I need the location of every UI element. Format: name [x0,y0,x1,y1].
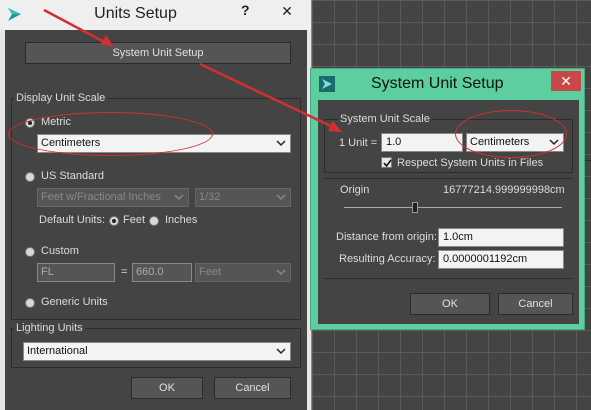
units-setup-titlebar[interactable]: Units Setup ? ✕ [0,0,311,30]
system-unit-setup-body: System Unit Scale 1 Unit = 1.0 Centimete… [318,100,579,324]
system-unit-scale-label: System Unit Scale [338,113,432,125]
divider [324,178,573,179]
lighting-units-select[interactable]: International [23,342,291,361]
generic-units-radio[interactable] [25,298,35,308]
one-unit-label: 1 Unit = [339,137,378,149]
divider [324,278,573,279]
respect-units-label: Respect System Units in Files [397,157,544,169]
3dsmax-app-icon [319,76,335,92]
lighting-units-label: Lighting Units [14,322,85,334]
lighting-units-value: International [27,345,88,357]
ok-button[interactable]: OK [131,377,203,399]
one-unit-input[interactable]: 1.0 [381,133,463,152]
distance-value: 1.0cm [443,231,473,243]
chevron-down-icon [276,269,286,276]
system-unit-value: Centimeters [470,136,530,148]
accuracy-value: 0.0000001192cm [443,253,528,265]
us-standard-value: Feet w/Fractional Inches [41,191,161,203]
metric-label: Metric [41,116,71,128]
system-unit-setup-button[interactable]: System Unit Setup [25,42,291,64]
window-title: Units Setup [94,5,177,22]
slider-track [344,207,562,208]
origin-label: Origin [340,184,370,196]
cancel-label: Cancel [235,382,270,394]
metric-radio[interactable] [25,118,35,128]
custom-unit-value: Feet [199,266,222,278]
cancel-button[interactable]: Cancel [498,293,573,315]
custom-value: 660.0 [136,266,164,278]
respect-units-checkbox[interactable] [381,157,392,168]
origin-slider[interactable] [344,200,562,214]
system-unit-setup-titlebar[interactable]: System Unit Setup ✕ [311,69,584,99]
generic-units-label: Generic Units [41,296,108,308]
custom-unit-select[interactable]: Feet [195,263,291,282]
ok-label: OK [442,298,458,310]
feet-radio[interactable] [109,216,119,226]
ok-button[interactable]: OK [410,293,490,315]
us-standard-label: US Standard [41,170,104,182]
us-fraction-value: 1/32 [199,191,221,203]
system-unit-select[interactable]: Centimeters [466,133,564,152]
display-unit-scale-group [11,98,301,320]
feet-label: Feet [123,214,146,226]
chevron-down-icon [276,348,286,355]
custom-name-field[interactable]: FL [37,263,115,282]
one-unit-value: 1.0 [386,136,402,148]
chevron-down-icon [276,194,286,201]
units-setup-window: Units Setup ? ✕ System Unit Setup Displa… [0,0,312,410]
custom-radio[interactable] [25,247,35,257]
inches-radio[interactable] [149,216,159,226]
distance-label: Distance from origin: [336,231,437,243]
units-setup-body: System Unit Setup Display Unit Scale Met… [5,30,307,410]
custom-equals: = [121,266,128,278]
close-button[interactable]: ✕ [551,71,581,91]
custom-value-field[interactable]: 660.0 [132,263,192,282]
inches-label: Inches [165,214,198,226]
cancel-button[interactable]: Cancel [214,377,291,399]
help-button[interactable]: ? [241,2,250,18]
custom-name-value: FL [41,266,54,278]
cancel-label: Cancel [518,298,553,310]
origin-value: 16777214.999999998cm [443,184,565,196]
ok-label: OK [159,382,175,394]
custom-label: Custom [41,245,79,257]
us-standard-radio[interactable] [25,172,35,182]
system-unit-setup-label: System Unit Setup [112,47,204,59]
close-button[interactable]: ✕ [268,1,306,21]
system-unit-setup-window: System Unit Setup ✕ System Unit Scale 1 … [310,68,585,330]
display-unit-scale-label: Display Unit Scale [14,92,108,104]
accuracy-label: Resulting Accuracy: [339,253,436,265]
chevron-down-icon [549,139,559,146]
metric-unit-value: Centimeters [41,137,101,149]
default-units-label: Default Units: [39,214,106,226]
dialog-title: System Unit Setup [371,75,504,92]
metric-unit-select[interactable]: Centimeters [37,134,291,153]
accuracy-input[interactable]: 0.0000001192cm [438,250,564,269]
us-standard-select[interactable]: Feet w/Fractional Inches [37,188,189,207]
slider-thumb[interactable] [412,202,418,213]
check-icon [383,159,392,168]
distance-input[interactable]: 1.0cm [438,228,564,247]
chevron-down-icon [276,140,286,147]
us-fraction-select[interactable]: 1/32 [195,188,291,207]
chevron-down-icon [174,194,184,201]
